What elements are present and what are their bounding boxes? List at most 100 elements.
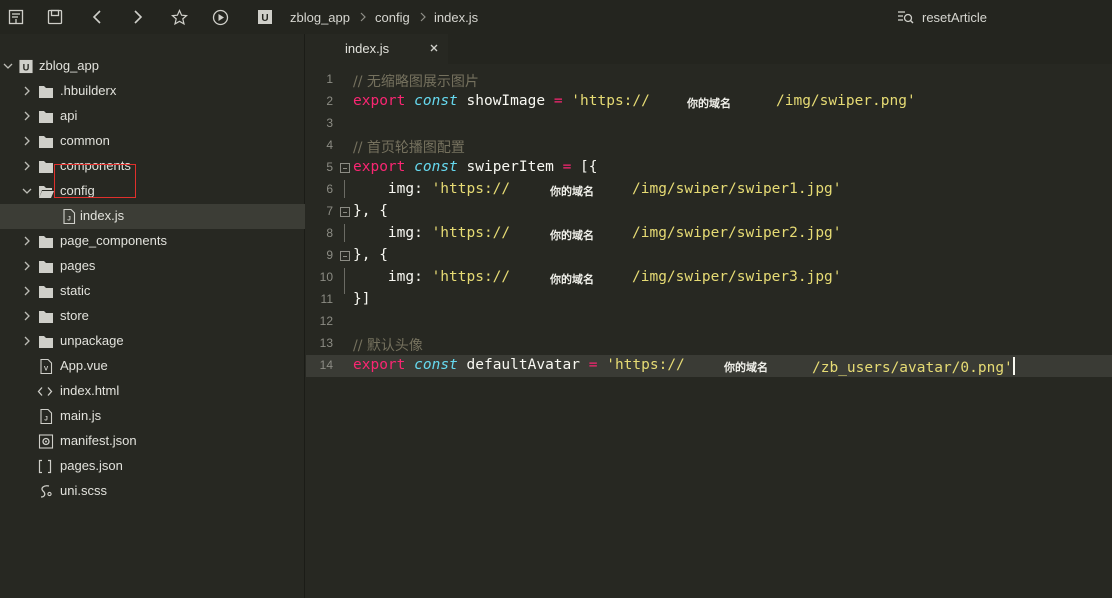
fold-toggle-icon[interactable] xyxy=(340,207,350,217)
code-property: img: xyxy=(387,269,423,285)
fold-toggle-icon[interactable] xyxy=(340,251,350,261)
tree-label: index.html xyxy=(60,383,120,398)
run-icon[interactable] xyxy=(211,8,229,26)
file-item[interactable]: manifest.json xyxy=(0,429,305,454)
code-domain-placeholder: 你的域名 xyxy=(550,273,594,286)
folder-icon xyxy=(39,86,53,98)
text-cursor xyxy=(1012,357,1015,375)
tab-label: index.js xyxy=(345,41,390,56)
code-string: /img/swiper/swiper1.jpg' xyxy=(632,181,842,197)
new-file-icon[interactable] xyxy=(7,8,25,26)
breadcrumb-separator-icon xyxy=(419,0,427,34)
line-number: 6 xyxy=(326,182,333,196)
scss-file-icon xyxy=(40,485,52,498)
line-number: 12 xyxy=(319,314,333,328)
vue-file-icon: V xyxy=(40,359,53,374)
code-keyword: export xyxy=(353,159,406,175)
breadcrumb-folder[interactable]: config xyxy=(375,0,410,34)
chevron-down-icon xyxy=(3,63,13,69)
code-line: 3 xyxy=(306,113,1112,135)
code-identifier: defaultAvatar xyxy=(466,357,581,373)
editor-tab-bar: index.js xyxy=(306,34,1112,64)
fold-toggle-icon[interactable] xyxy=(340,163,350,173)
file-item[interactable]: J main.js xyxy=(0,404,305,429)
code-identifier: swiperItem xyxy=(466,159,554,175)
folder-item-open[interactable]: config xyxy=(0,179,305,204)
code-comment: // 首页轮播图配置 xyxy=(353,140,465,156)
project-explorer: U zblog_app .hbuilderx api common compon… xyxy=(0,34,305,598)
folder-item[interactable]: common xyxy=(0,129,305,154)
code-operator: = xyxy=(553,93,563,109)
folder-item[interactable]: components xyxy=(0,154,305,179)
code-property: img: xyxy=(387,181,423,197)
folder-icon xyxy=(39,286,53,298)
json-file-icon xyxy=(38,459,52,474)
line-number: 7 xyxy=(326,204,333,218)
breadcrumb-project[interactable]: zblog_app xyxy=(290,0,350,34)
code-editor[interactable]: 1 // 无缩略图展示图片 2 export const showImage =… xyxy=(306,64,1112,598)
chevron-right-icon xyxy=(24,111,30,121)
folder-item[interactable]: pages xyxy=(0,254,305,279)
tree-label: store xyxy=(60,308,89,323)
code-line: 2 export const showImage = 'https:// 你的域… xyxy=(306,91,1112,113)
line-number: 10 xyxy=(319,270,333,284)
code-string: 'https:// xyxy=(431,225,511,241)
code-keyword: export xyxy=(353,93,406,109)
project-icon: U xyxy=(256,8,274,26)
folder-item[interactable]: api xyxy=(0,104,305,129)
file-item[interactable]: V App.vue xyxy=(0,354,305,379)
code-comment: // 默认头像 xyxy=(353,338,423,354)
back-icon[interactable] xyxy=(88,8,106,26)
tree-label: static xyxy=(60,283,91,298)
tree-label: common xyxy=(60,133,110,148)
code-line: 11 }] xyxy=(306,289,1112,311)
tree-label: .hbuilderx xyxy=(60,83,117,98)
svg-text:J: J xyxy=(44,416,48,423)
code-line: 13 // 默认头像 xyxy=(306,333,1112,355)
folder-icon xyxy=(39,236,53,248)
folder-icon xyxy=(39,136,53,148)
chevron-right-icon xyxy=(24,236,30,246)
folder-item[interactable]: static xyxy=(0,279,305,304)
html-file-icon xyxy=(37,387,53,396)
chevron-right-icon xyxy=(24,261,30,271)
chevron-right-icon xyxy=(24,86,30,96)
code-string: /img/swiper/swiper3.jpg' xyxy=(632,269,842,285)
tab-index-js[interactable]: index.js xyxy=(306,34,448,64)
file-item-selected[interactable]: J index.js xyxy=(0,204,305,229)
code-line: 10 img: 'https:// 你的域名 /img/swiper/swipe… xyxy=(306,267,1112,289)
project-icon: U xyxy=(19,59,33,74)
folder-item[interactable]: unpackage xyxy=(0,329,305,354)
line-number: 11 xyxy=(320,292,333,306)
folder-item[interactable]: .hbuilderx xyxy=(0,79,305,104)
code-line: 6 img: 'https:// 你的域名 /img/swiper/swiper… xyxy=(306,179,1112,201)
code-operator: = xyxy=(588,357,598,373)
forward-icon[interactable] xyxy=(129,8,147,26)
code-storage: const xyxy=(414,357,458,373)
settings-file-icon xyxy=(38,434,54,449)
line-number: 2 xyxy=(326,94,333,108)
code-string: /img/swiper.png' xyxy=(776,93,916,109)
star-icon[interactable] xyxy=(170,8,188,26)
code-operator: = xyxy=(562,159,572,175)
line-number: 14 xyxy=(319,358,333,372)
code-line: 5 export const swiperItem = [{ xyxy=(306,157,1112,179)
tree-label: page_components xyxy=(60,233,167,248)
close-icon[interactable] xyxy=(428,42,440,54)
file-item[interactable]: uni.scss xyxy=(0,479,305,504)
tree-root[interactable]: U zblog_app xyxy=(0,54,305,79)
file-item[interactable]: index.html xyxy=(0,379,305,404)
symbol-search[interactable]: resetArticle xyxy=(896,0,987,34)
folder-item[interactable]: store xyxy=(0,304,305,329)
folder-item[interactable]: page_components xyxy=(0,229,305,254)
code-line: 12 xyxy=(306,311,1112,333)
breadcrumb-file[interactable]: index.js xyxy=(434,0,478,34)
tree-label: App.vue xyxy=(60,358,108,373)
line-number: 1 xyxy=(326,72,333,86)
breadcrumb-separator-icon xyxy=(359,0,367,34)
save-icon[interactable] xyxy=(46,8,64,26)
tree-label: main.js xyxy=(60,408,102,423)
file-item[interactable]: pages.json xyxy=(0,454,305,479)
folder-open-icon xyxy=(39,186,54,198)
code-keyword: export xyxy=(353,357,406,373)
